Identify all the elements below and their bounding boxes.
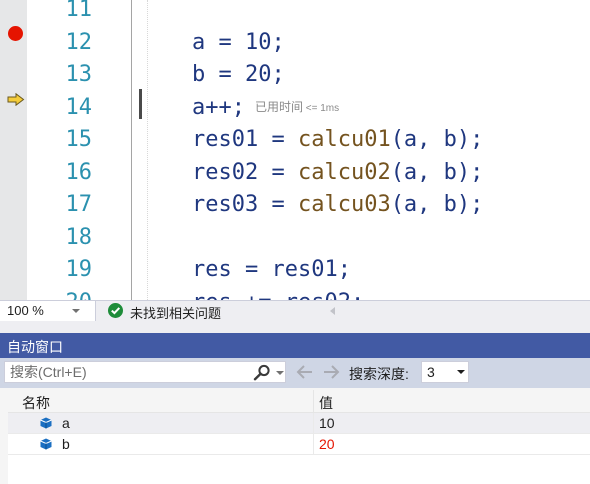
function-name: calcu02 bbox=[297, 159, 391, 185]
zoom-dropdown[interactable]: 100 % bbox=[0, 301, 96, 321]
code-token: a++; bbox=[192, 94, 245, 120]
code-text-area[interactable]: a = 10; b = 20; a++; 已用时间 <= 1ms res01 = cal… bbox=[148, 0, 590, 301]
outline-margin bbox=[131, 0, 132, 300]
perf-tip-value: <= 1ms bbox=[303, 102, 340, 114]
code-line-20[interactable]: res += res02; bbox=[192, 287, 364, 301]
code-line-13[interactable]: b = 20; bbox=[192, 59, 285, 91]
variable-value[interactable]: 20 bbox=[319, 436, 335, 452]
autos-grid: 名称 值 a 10 b 20 bbox=[8, 390, 590, 484]
line-number-18: 18 bbox=[65, 224, 93, 250]
code-line-17[interactable]: res03 = calcu03(a, b); bbox=[192, 189, 483, 221]
code-token: res02 = bbox=[192, 159, 298, 185]
line-number-13: 13 bbox=[65, 62, 93, 87]
current-statement-arrow-icon bbox=[7, 93, 25, 106]
function-name: calcu01 bbox=[297, 127, 391, 152]
breakpoint-icon[interactable] bbox=[8, 26, 23, 41]
autos-title: 自动窗口 bbox=[7, 339, 63, 355]
code-token: res01 = bbox=[192, 127, 298, 152]
column-header-name[interactable]: 名称 bbox=[22, 393, 50, 413]
code-token: (a, b); bbox=[390, 127, 484, 152]
line-number-11: 11 bbox=[65, 0, 93, 22]
code-token: res = res01; bbox=[192, 257, 351, 282]
code-line-15[interactable]: res01 = calcu01(a, b); bbox=[192, 124, 483, 156]
variable-value[interactable]: 10 bbox=[319, 415, 335, 431]
column-divider[interactable] bbox=[313, 390, 314, 413]
table-row[interactable]: a 10 bbox=[8, 413, 590, 434]
code-token: res03 = bbox=[192, 192, 298, 217]
column-divider bbox=[313, 434, 314, 455]
code-editor[interactable]: 11 12 13 14 15 16 17 18 19 20 a = 10; b = 20; a++; 已… bbox=[0, 0, 590, 300]
glyph-margin[interactable] bbox=[0, 0, 27, 300]
code-token: a = 10; bbox=[192, 29, 285, 55]
perf-tip-label: 已用时间 bbox=[254, 99, 303, 114]
code-line-19[interactable]: res = res01; bbox=[192, 254, 351, 286]
search-box[interactable] bbox=[4, 361, 286, 383]
search-depth-dropdown[interactable]: 3 bbox=[421, 361, 469, 383]
zoom-level: 100 % bbox=[7, 303, 44, 318]
variable-name: b bbox=[62, 436, 70, 452]
column-header-value[interactable]: 值 bbox=[319, 393, 333, 413]
search-back-arrow-icon[interactable] bbox=[296, 364, 314, 380]
check-circle-icon bbox=[108, 303, 123, 318]
local-variable-icon bbox=[40, 438, 52, 450]
autos-toolbar: 搜索深度: 3 bbox=[0, 358, 590, 388]
current-line-indicator bbox=[139, 89, 142, 119]
local-variable-icon bbox=[40, 417, 52, 429]
table-row[interactable]: b 20 bbox=[8, 434, 590, 455]
code-token: (a, b); bbox=[390, 192, 484, 217]
panel-splitter[interactable] bbox=[0, 321, 590, 333]
chevron-down-icon bbox=[72, 309, 80, 313]
scroll-left-icon[interactable] bbox=[330, 307, 335, 315]
line-number-gutter: 11 12 13 14 15 16 17 18 19 20 bbox=[27, 0, 93, 301]
search-icon[interactable] bbox=[253, 364, 271, 381]
column-divider bbox=[313, 413, 314, 434]
search-input[interactable] bbox=[5, 362, 250, 382]
autos-title-bar[interactable]: 自动窗口 bbox=[0, 333, 590, 358]
line-number-12: 12 bbox=[65, 29, 93, 55]
search-forward-arrow-icon[interactable] bbox=[322, 364, 340, 380]
code-token: res += res02; bbox=[192, 290, 364, 301]
grid-header: 名称 值 bbox=[8, 390, 590, 413]
line-number-20: 20 bbox=[27, 287, 93, 301]
code-line-16[interactable]: res02 = calcu02(a, b); bbox=[192, 157, 483, 189]
code-token: b = 20; bbox=[192, 62, 285, 87]
chevron-down-icon bbox=[457, 370, 465, 374]
search-options-chevron-icon[interactable] bbox=[276, 371, 284, 375]
autos-window: 自动窗口 搜索深度: 3 名称 值 a 10 b 20 bbox=[0, 333, 590, 484]
variable-name: a bbox=[62, 415, 70, 431]
perf-tip[interactable]: 已用时间 <= 1ms bbox=[255, 100, 339, 114]
function-name: calcu03 bbox=[297, 192, 391, 217]
line-number-16: 16 bbox=[65, 159, 93, 185]
code-token: (a, b); bbox=[390, 159, 484, 185]
code-line-14[interactable]: a++; 已用时间 <= 1ms bbox=[192, 92, 339, 124]
editor-status-bar: 100 % 未找到相关问题 bbox=[0, 300, 590, 321]
issues-text: 未找到相关问题 bbox=[130, 306, 222, 321]
search-depth-label: 搜索深度: bbox=[349, 366, 409, 382]
line-number-17: 17 bbox=[65, 192, 93, 217]
line-number-19: 19 bbox=[65, 257, 93, 282]
line-number-14: 14 bbox=[65, 94, 93, 120]
code-line-12[interactable]: a = 10; bbox=[192, 27, 285, 59]
search-depth-value: 3 bbox=[427, 364, 435, 380]
line-number-15: 15 bbox=[65, 127, 93, 152]
